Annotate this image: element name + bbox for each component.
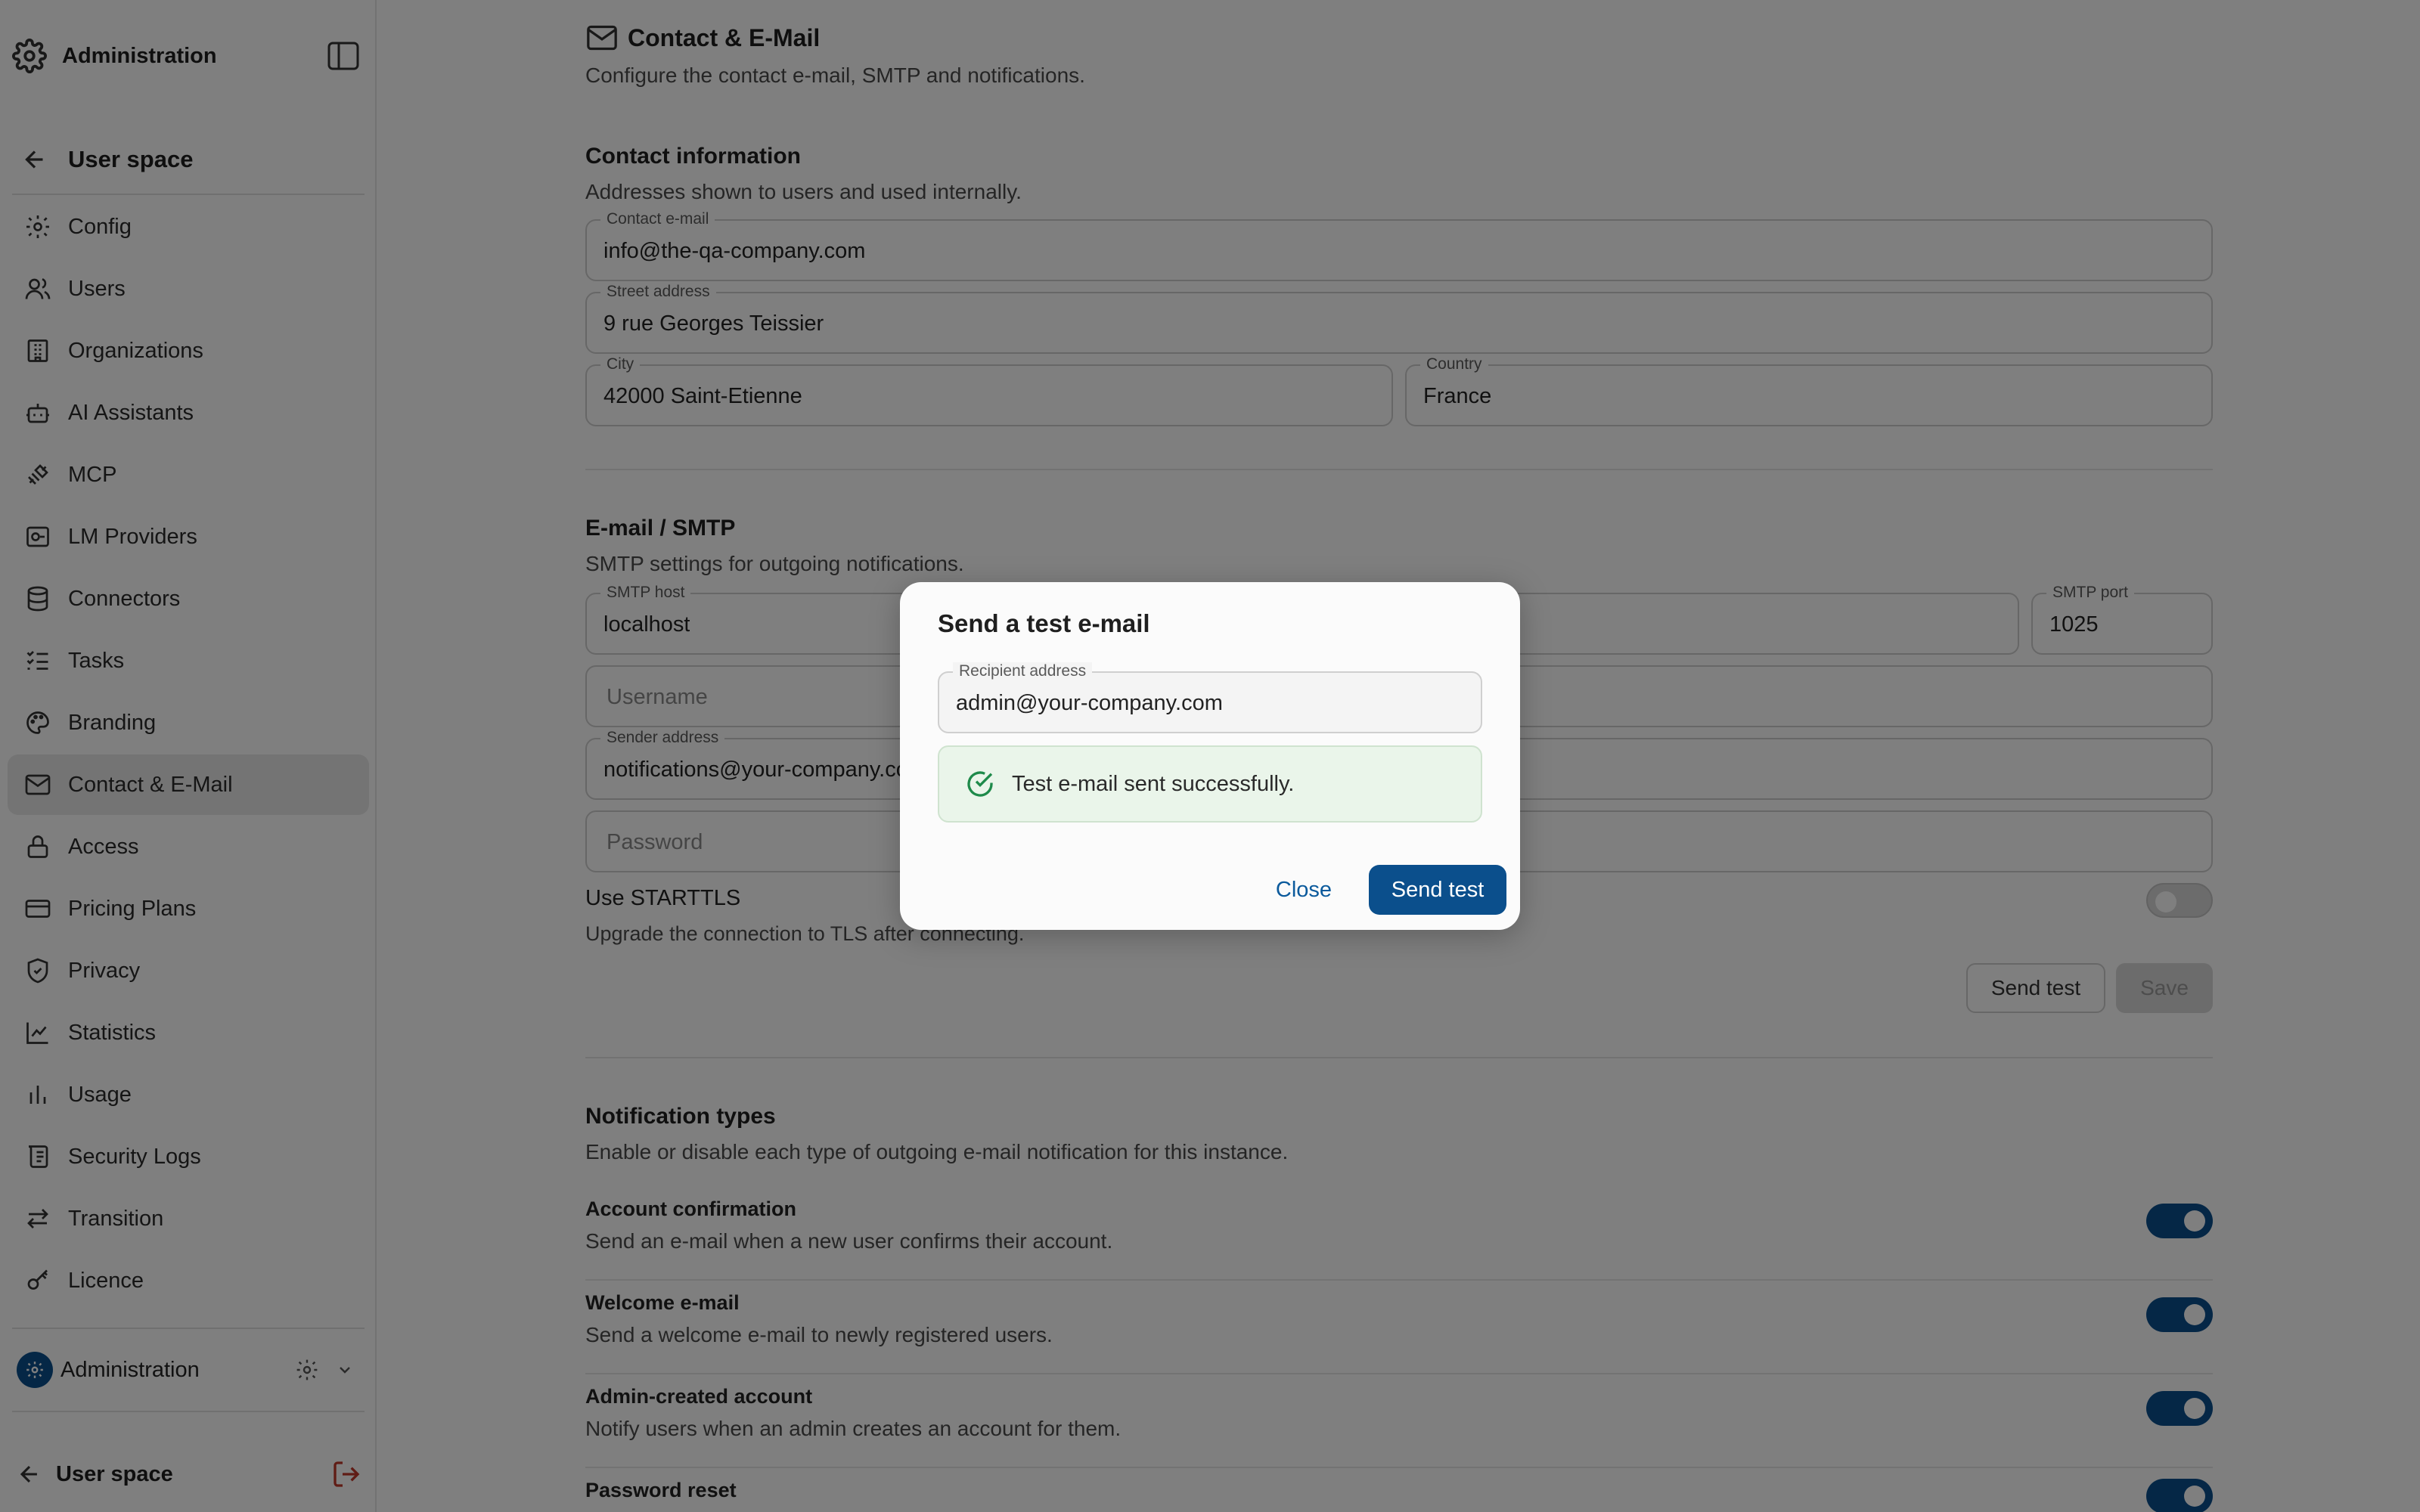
close-button[interactable]: Close [1261,865,1346,915]
field-label: Recipient address [953,662,1093,680]
success-alert: Test e-mail sent successfully. [938,745,1482,823]
dialog-title: Send a test e-mail [938,609,1150,637]
check-circle-icon [967,771,993,797]
send-test-button[interactable]: Send test [1369,865,1506,915]
field-value: admin@your-company.com [956,691,1223,715]
recipient-address-field[interactable]: Recipient address admin@your-company.com [938,662,1482,733]
success-message: Test e-mail sent successfully. [1012,771,1295,796]
send-test-email-dialog: Send a test e-mail Recipient address adm… [900,582,1520,930]
